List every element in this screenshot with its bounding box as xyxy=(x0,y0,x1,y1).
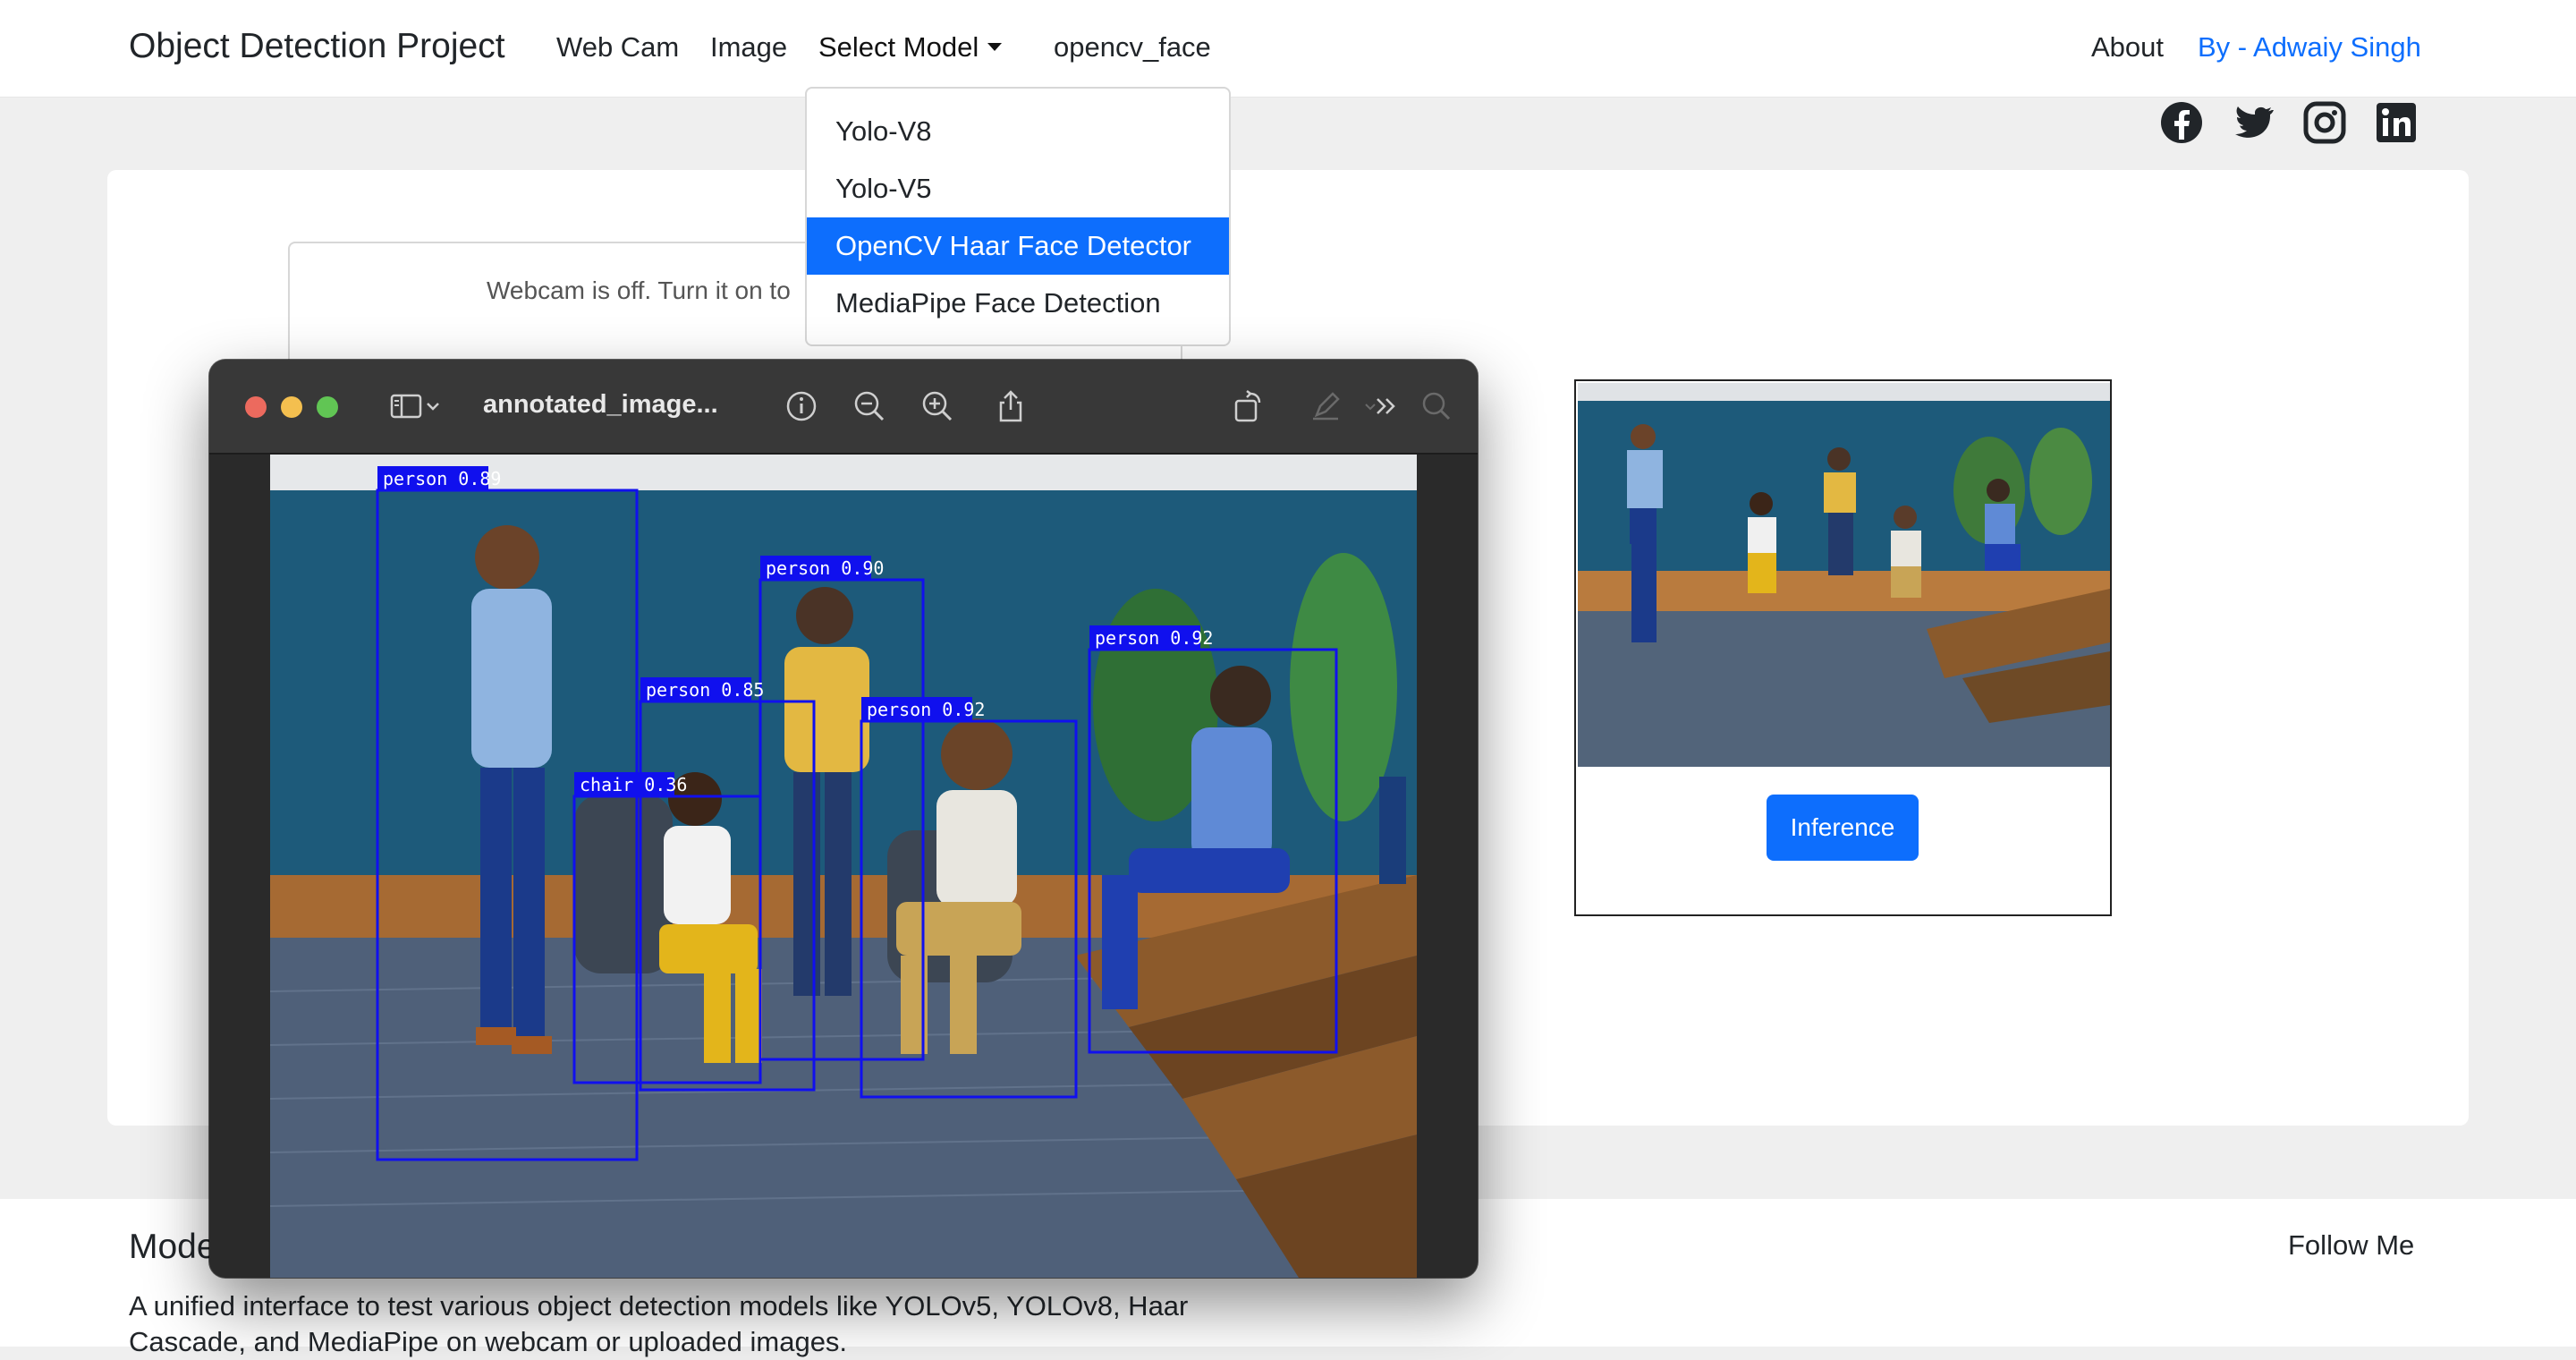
preview-app-window[interactable]: annotated_image... person 0.89 person 0.… xyxy=(209,360,1478,1278)
webcam-status-message: Webcam is off. Turn it on to xyxy=(487,276,791,304)
detection-label: chair 0.36 xyxy=(580,774,687,795)
rotate-icon[interactable] xyxy=(1231,388,1267,424)
caret-down-icon xyxy=(987,43,1003,51)
brand-title[interactable]: Object Detection Project xyxy=(129,27,505,66)
dropdown-item-yolo-v5[interactable]: Yolo-V5 xyxy=(807,160,1229,217)
zoom-in-icon[interactable] xyxy=(919,388,955,424)
select-model-dropdown-toggle[interactable]: Select Model xyxy=(818,31,1003,64)
linkedin-icon[interactable] xyxy=(2374,100,2419,145)
annotated-image: person 0.89 person 0.90 person 0.85 pers… xyxy=(270,455,1417,1278)
detection-label: person 0.89 xyxy=(383,468,501,489)
instagram-icon[interactable] xyxy=(2302,100,2347,145)
current-model-label: opencv_face xyxy=(1054,31,1211,63)
preview-toolbar: annotated_image... xyxy=(209,360,1478,455)
preview-filename: annotated_image... xyxy=(483,390,718,419)
markup-icon[interactable] xyxy=(1308,388,1343,424)
twitter-icon[interactable] xyxy=(2231,100,2275,145)
detection-label: person 0.90 xyxy=(766,557,884,579)
fullscreen-window-button[interactable] xyxy=(317,396,338,418)
model-dropdown-menu: Yolo-V8 Yolo-V5 OpenCV Haar Face Detecto… xyxy=(805,87,1231,346)
author-link[interactable]: By - Adwaiy Singh xyxy=(2198,31,2421,64)
select-model-label: Select Model xyxy=(818,31,979,63)
nav-about-link[interactable]: About xyxy=(2091,31,2164,64)
navbar: Object Detection Project Web Cam Image S… xyxy=(0,0,2576,97)
dropdown-item-opencv-haar[interactable]: OpenCV Haar Face Detector xyxy=(807,217,1229,275)
search-icon[interactable] xyxy=(1419,388,1454,424)
footer-description: A unified interface to test various obje… xyxy=(129,1290,1189,1357)
close-window-button[interactable] xyxy=(245,396,267,418)
inference-button[interactable]: Inference xyxy=(1767,795,1919,861)
facebook-icon[interactable] xyxy=(2159,100,2204,145)
detection-label: person 0.92 xyxy=(867,699,985,720)
dropdown-item-mediapipe[interactable]: MediaPipe Face Detection xyxy=(807,275,1229,332)
zoom-out-icon[interactable] xyxy=(852,388,887,424)
more-tools-icon[interactable] xyxy=(1370,388,1406,424)
share-icon[interactable] xyxy=(993,388,1029,424)
detection-label: person 0.85 xyxy=(646,679,764,701)
chevron-down-icon[interactable] xyxy=(424,388,442,424)
follow-me-label: Follow Me xyxy=(2288,1229,2415,1261)
dropdown-item-yolo-v8[interactable]: Yolo-V8 xyxy=(807,103,1229,160)
uploaded-image-thumbnail xyxy=(1578,383,2110,767)
nav-image-link[interactable]: Image xyxy=(710,31,787,64)
footer-title: Mode xyxy=(129,1228,216,1266)
detection-label: person 0.92 xyxy=(1095,627,1213,649)
minimize-window-button[interactable] xyxy=(281,396,302,418)
info-icon[interactable] xyxy=(784,388,819,424)
sidebar-toggle-icon[interactable] xyxy=(388,388,424,424)
nav-webcam-link[interactable]: Web Cam xyxy=(556,31,679,64)
